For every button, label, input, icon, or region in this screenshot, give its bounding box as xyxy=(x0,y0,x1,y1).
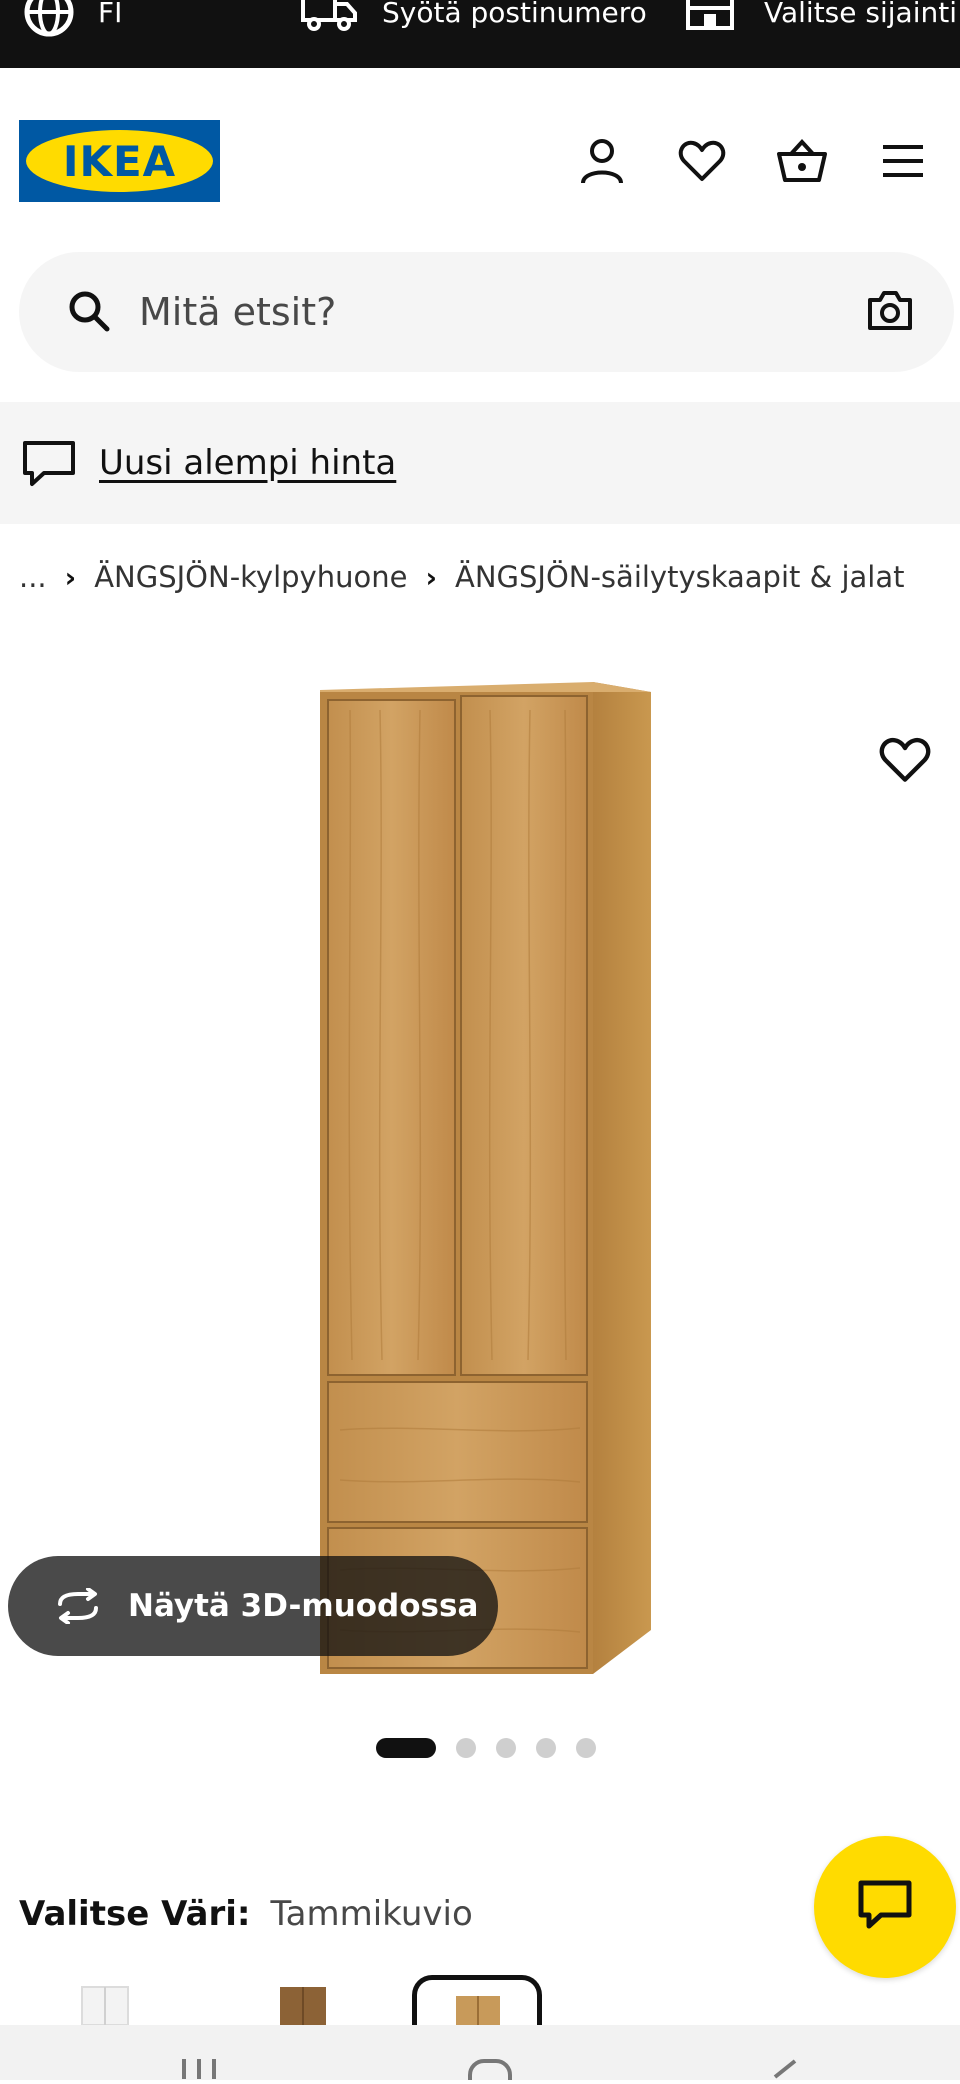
carousel-dot-1[interactable] xyxy=(376,1738,436,1758)
user-icon[interactable] xyxy=(575,134,629,188)
camera-icon[interactable] xyxy=(866,288,914,336)
breadcrumb-item-bathroom[interactable]: ÄNGSJÖN-kylpyhuone xyxy=(94,560,407,594)
heart-icon[interactable] xyxy=(675,134,729,188)
breadcrumb-item-storage[interactable]: ÄNGSJÖN-säilytyskaapit & jalat xyxy=(455,560,905,594)
rotate-3d-icon xyxy=(52,1588,104,1624)
search-bar[interactable]: Mitä etsit? xyxy=(19,252,954,372)
color-selector: Valitse Väri: Tammikuvio xyxy=(19,1888,473,1940)
postcode-label: Syötä postinumero xyxy=(382,0,647,29)
promo-link[interactable]: Uusi alempi hinta xyxy=(99,402,396,524)
search-icon xyxy=(67,289,111,337)
globe-icon xyxy=(22,0,76,39)
product-image-cabinet xyxy=(320,682,651,1674)
product-image-gallery[interactable] xyxy=(0,640,960,1700)
language-label: FI xyxy=(98,0,123,29)
menu-icon[interactable] xyxy=(876,134,930,188)
view-3d-button[interactable]: Näytä 3D-muodossa xyxy=(8,1556,498,1656)
postcode-link[interactable]: Syötä postinumero xyxy=(300,0,647,32)
carousel-dot-4[interactable] xyxy=(536,1738,556,1758)
carousel-dots xyxy=(376,1736,616,1760)
breadcrumb: ... › ÄNGSJÖN-kylpyhuone › ÄNGSJÖN-säily… xyxy=(19,552,904,602)
color-selector-label: Valitse Väri: xyxy=(19,1894,251,1934)
truck-icon xyxy=(300,0,358,34)
carousel-dot-3[interactable] xyxy=(496,1738,516,1758)
chat-icon xyxy=(857,1879,913,1935)
color-selector-value: Tammikuvio xyxy=(270,1894,473,1934)
top-utility-bar: FI Syötä postinumero Valitse sijainti xyxy=(0,0,960,68)
store-label: Valitse sijainti xyxy=(764,0,957,29)
breadcrumb-ellipsis[interactable]: ... xyxy=(19,560,47,594)
promo-banner: Uusi alempi hinta xyxy=(0,402,960,524)
search-input[interactable]: Mitä etsit? xyxy=(139,252,336,372)
system-navigation-bar xyxy=(0,2025,960,2084)
chat-button[interactable] xyxy=(814,1836,956,1978)
language-selector[interactable]: FI xyxy=(22,0,123,37)
carousel-dot-5[interactable] xyxy=(576,1738,596,1758)
chevron-right-icon: › xyxy=(64,560,77,594)
favourite-heart-icon[interactable] xyxy=(878,736,932,788)
chevron-right-icon: › xyxy=(425,560,437,594)
site-header: IKEA xyxy=(0,68,960,248)
store-icon xyxy=(684,0,736,34)
speech-bubble-icon xyxy=(22,440,76,492)
carousel-dot-2[interactable] xyxy=(456,1738,476,1758)
back-icon[interactable] xyxy=(773,2059,797,2079)
store-selector-link[interactable]: Valitse sijainti xyxy=(684,0,957,32)
recent-apps-icon[interactable] xyxy=(182,2059,216,2079)
ikea-logo[interactable]: IKEA xyxy=(19,120,220,202)
home-icon[interactable] xyxy=(468,2059,512,2084)
logo-text: IKEA xyxy=(62,136,177,186)
basket-icon[interactable] xyxy=(775,134,829,188)
view-3d-label: Näytä 3D-muodossa xyxy=(128,1588,479,1624)
